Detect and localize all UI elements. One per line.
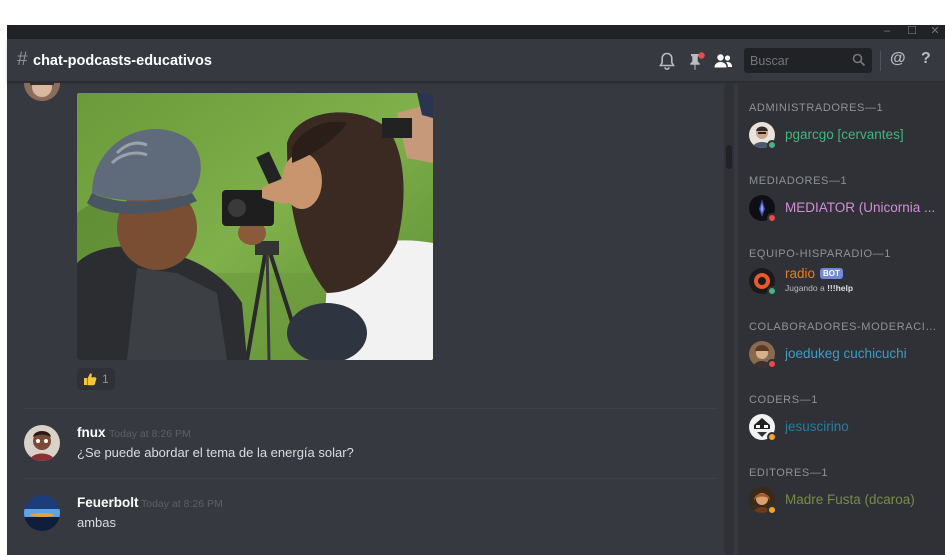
scrollbar-thumb[interactable]: [726, 145, 732, 169]
member-name-wrap: radio BOT: [785, 266, 940, 282]
member-name: pgarcgo [cervantes]: [785, 127, 904, 142]
search-icon: [852, 53, 866, 67]
status-online-indicator: [767, 140, 777, 150]
member-group-header: EQUIPO-HISPARADIO—1: [749, 248, 891, 260]
status-idle-indicator: [767, 432, 777, 442]
activity-game: !!!help: [827, 283, 854, 293]
message-content: ambas: [77, 515, 117, 530]
status-dnd-indicator: [767, 359, 777, 369]
messages-pane: 1 fnux Today at 8:26 PM ¿Se puede aborda…: [7, 83, 721, 555]
member-group-header: CODERS—1: [749, 394, 818, 406]
member-group-header: EDITORES—1: [749, 467, 829, 479]
message-timestamp: Today at 8:26 PM: [109, 428, 191, 440]
channel-hash-icon: #: [17, 49, 28, 70]
activity-prefix: Jugando a: [785, 283, 828, 293]
image-attachment[interactable]: [77, 93, 433, 360]
minimize-button[interactable]: –: [877, 25, 897, 39]
message-author[interactable]: Feuerbolt: [77, 495, 139, 511]
message-author[interactable]: fnux: [77, 425, 106, 441]
channel-name: chat-podcasts-educativos: [33, 53, 212, 69]
member-item[interactable]: jesuscirino: [738, 410, 945, 446]
header-divider: [880, 51, 881, 71]
message-divider: [23, 478, 717, 479]
window-titlebar: – ☐ ✕: [7, 25, 945, 39]
thumbs-up-icon: [84, 373, 97, 386]
member-item[interactable]: MEDIATOR (Unicornia ...: [738, 191, 945, 227]
member-group-header: MEDIADORES—1: [749, 175, 848, 187]
message-content: ¿Se puede abordar el tema de la energía …: [77, 445, 354, 460]
member-name: joedukeg cuchicuchi: [785, 346, 907, 361]
reaction-count: 1: [102, 372, 109, 386]
mentions-button[interactable]: @: [890, 49, 906, 69]
member-list: ADMINISTRADORES—1 pgarcgo [cervantes] ME…: [738, 83, 945, 555]
search-placeholder: Buscar: [750, 54, 789, 68]
pin-icon[interactable]: [685, 50, 707, 72]
help-button[interactable]: ?: [921, 49, 931, 69]
reaction-thumbs-up[interactable]: 1: [77, 368, 115, 390]
message-timestamp: Today at 8:26 PM: [141, 498, 223, 510]
avatar[interactable]: [24, 425, 60, 461]
messages-scrollbar[interactable]: [724, 83, 734, 555]
member-group-header: ADMINISTRADORES—1: [749, 102, 884, 114]
search-input[interactable]: Buscar: [744, 48, 872, 73]
channel-header: # chat-podcasts-educativos Buscar @ ?: [7, 39, 945, 82]
status-dnd-indicator: [767, 213, 777, 223]
member-activity: Jugando a !!!help: [785, 283, 853, 293]
members-list-icon[interactable]: [712, 50, 734, 72]
message-divider: [23, 408, 717, 409]
member-group-header: COLABORADORES-MODERACIÓN...: [749, 321, 941, 333]
member-item[interactable]: joedukeg cuchicuchi: [738, 337, 945, 373]
bell-icon[interactable]: [656, 50, 678, 72]
bot-tag: BOT: [820, 268, 843, 279]
app-window: # chat-podcasts-educativos Buscar @ ? 1 …: [7, 39, 945, 555]
status-online-indicator: [767, 286, 777, 296]
maximize-button[interactable]: ☐: [902, 25, 922, 39]
avatar[interactable]: [24, 83, 60, 101]
member-item[interactable]: radio BOT Jugando a !!!help: [738, 264, 945, 300]
member-name: MEDIATOR (Unicornia ...: [785, 200, 936, 215]
close-button[interactable]: ✕: [925, 25, 945, 39]
member-name: jesuscirino: [785, 419, 849, 434]
member-name: Madre Fusta (dcaroa): [785, 492, 915, 507]
member-item[interactable]: Madre Fusta (dcaroa): [738, 483, 945, 519]
status-idle-indicator: [767, 505, 777, 515]
member-name: radio: [785, 266, 816, 281]
avatar[interactable]: [24, 495, 60, 531]
member-item[interactable]: pgarcgo [cervantes]: [738, 118, 945, 154]
